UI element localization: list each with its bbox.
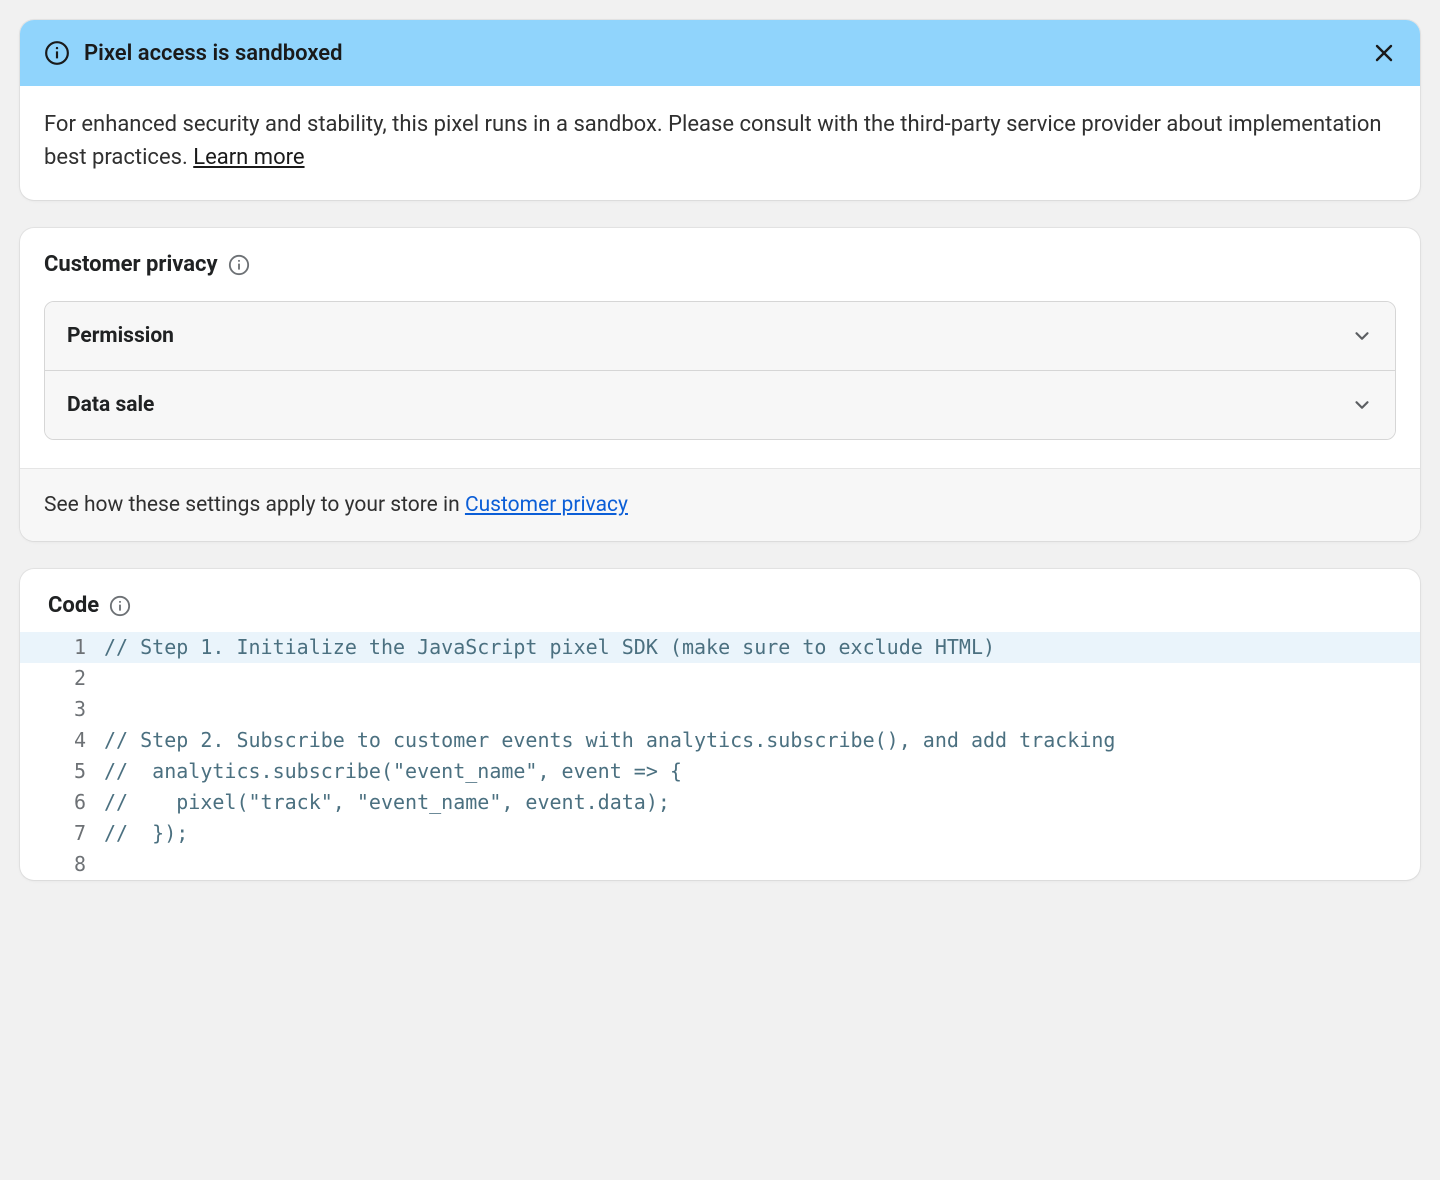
line-number: 4 bbox=[20, 725, 104, 756]
accordion-label: Data sale bbox=[67, 393, 154, 417]
code-line: 2 bbox=[20, 663, 1420, 694]
banner-header: Pixel access is sandboxed bbox=[20, 20, 1420, 86]
code-line: 4// Step 2. Subscribe to customer events… bbox=[20, 725, 1420, 756]
code-card: Code 1// Step 1. Initialize the JavaScri… bbox=[20, 569, 1420, 880]
line-number: 8 bbox=[20, 849, 104, 880]
code-text: // Step 2. Subscribe to customer events … bbox=[104, 725, 1420, 756]
customer-privacy-card: Customer privacy Permission Data sale bbox=[20, 228, 1420, 541]
banner-body: For enhanced security and stability, thi… bbox=[20, 86, 1420, 200]
line-number: 5 bbox=[20, 756, 104, 787]
info-icon[interactable] bbox=[228, 254, 250, 276]
accordion-item-data-sale[interactable]: Data sale bbox=[45, 371, 1395, 439]
line-number: 3 bbox=[20, 694, 104, 725]
code-line: 6// pixel("track", "event_name", event.d… bbox=[20, 787, 1420, 818]
code-text: // analytics.subscribe("event_name", eve… bbox=[104, 756, 1420, 787]
code-heading: Code bbox=[20, 569, 1420, 632]
banner-title: Pixel access is sandboxed bbox=[84, 41, 343, 66]
code-line: 3 bbox=[20, 694, 1420, 725]
info-icon[interactable] bbox=[109, 595, 131, 617]
accordion-label: Permission bbox=[67, 324, 174, 348]
learn-more-link[interactable]: Learn more bbox=[193, 145, 304, 170]
close-button[interactable] bbox=[1372, 41, 1396, 65]
privacy-footer-text: See how these settings apply to your sto… bbox=[44, 493, 465, 517]
code-line: 5// analytics.subscribe("event_name", ev… bbox=[20, 756, 1420, 787]
line-number: 2 bbox=[20, 663, 104, 694]
code-title-text: Code bbox=[48, 593, 99, 618]
chevron-down-icon bbox=[1351, 394, 1373, 416]
privacy-footer: See how these settings apply to your sto… bbox=[20, 468, 1420, 541]
code-line: 8 bbox=[20, 849, 1420, 880]
code-text bbox=[104, 849, 1420, 880]
code-text bbox=[104, 663, 1420, 694]
accordion-item-permission[interactable]: Permission bbox=[45, 302, 1395, 371]
customer-privacy-link[interactable]: Customer privacy bbox=[465, 493, 628, 517]
code-editor[interactable]: 1// Step 1. Initialize the JavaScript pi… bbox=[20, 632, 1420, 880]
code-text: // pixel("track", "event_name", event.da… bbox=[104, 787, 1420, 818]
customer-privacy-heading: Customer privacy bbox=[44, 252, 1396, 277]
privacy-accordion: Permission Data sale bbox=[44, 301, 1396, 440]
code-text: // }); bbox=[104, 818, 1420, 849]
close-icon bbox=[1372, 41, 1396, 65]
sandbox-banner: Pixel access is sandboxed For enhanced s… bbox=[20, 20, 1420, 200]
code-line: 1// Step 1. Initialize the JavaScript pi… bbox=[20, 632, 1420, 663]
code-text bbox=[104, 694, 1420, 725]
code-text: // Step 1. Initialize the JavaScript pix… bbox=[104, 632, 1420, 663]
chevron-down-icon bbox=[1351, 325, 1373, 347]
code-line: 7// }); bbox=[20, 818, 1420, 849]
line-number: 1 bbox=[20, 632, 104, 663]
section-title-text: Customer privacy bbox=[44, 252, 218, 277]
line-number: 6 bbox=[20, 787, 104, 818]
info-icon bbox=[44, 40, 70, 66]
line-number: 7 bbox=[20, 818, 104, 849]
